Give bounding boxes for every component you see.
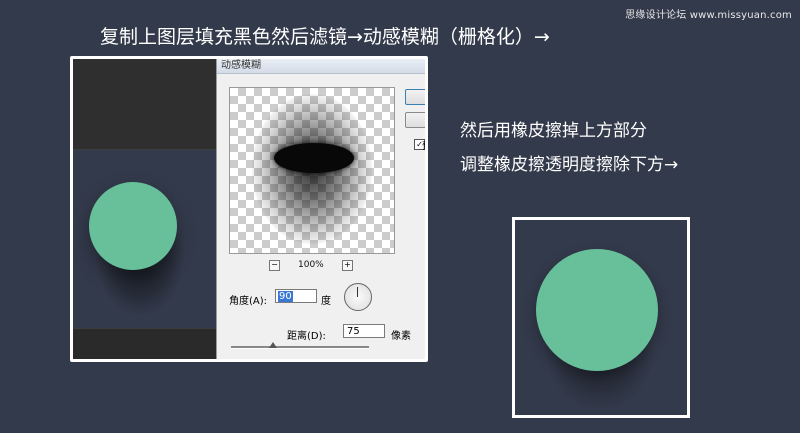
blur-core xyxy=(274,143,354,173)
distance-input[interactable]: 75 xyxy=(343,324,385,338)
zoom-controls: − 100% + xyxy=(229,260,395,272)
cancel-button[interactable] xyxy=(405,112,425,128)
photoshop-screenshot-frame: 动感模糊 − 100% + ✓ 预 角度(A): 90 度 距离(D): 75 … xyxy=(70,56,428,362)
instruction-line-2: 调整橡皮擦透明度擦除下方→ xyxy=(460,155,679,175)
screenshot-content: 动感模糊 − 100% + ✓ 预 角度(A): 90 度 距离(D): 75 … xyxy=(73,59,425,359)
preview-checkbox-label: 预 xyxy=(422,139,425,152)
instruction-line-1: 然后用橡皮擦掉上方部分 xyxy=(460,121,647,141)
zoom-level: 100% xyxy=(298,260,324,270)
canvas-area xyxy=(73,59,216,359)
result-preview-frame xyxy=(512,217,690,418)
step-heading: 复制上图层填充黑色然后滤镜→动感模糊（栅格化）→ xyxy=(100,26,550,48)
angle-unit: 度 xyxy=(321,296,331,307)
canvas-document xyxy=(73,149,216,329)
distance-unit: 像素 xyxy=(391,331,411,342)
green-circle-layer xyxy=(89,182,177,270)
blur-preview[interactable] xyxy=(229,87,395,254)
angle-dial-icon[interactable] xyxy=(344,283,372,311)
distance-slider-thumb[interactable] xyxy=(269,342,277,348)
distance-slider-track[interactable] xyxy=(231,346,369,349)
zoom-out-button[interactable]: − xyxy=(269,260,280,271)
result-green-circle xyxy=(536,249,658,371)
canvas-bottom-bar xyxy=(73,329,216,359)
angle-value: 90 xyxy=(278,291,293,302)
distance-label: 距离(D): xyxy=(287,331,326,342)
ok-button[interactable] xyxy=(405,89,425,105)
angle-label: 角度(A): xyxy=(229,296,268,307)
site-watermark: 思缘设计论坛 www.missyuan.com xyxy=(625,10,792,21)
zoom-in-button[interactable]: + xyxy=(342,260,353,271)
angle-input[interactable]: 90 xyxy=(275,289,317,303)
dialog-title: 动感模糊 xyxy=(217,59,425,74)
motion-blur-dialog: 动感模糊 − 100% + ✓ 预 角度(A): 90 度 距离(D): 75 … xyxy=(216,59,425,359)
